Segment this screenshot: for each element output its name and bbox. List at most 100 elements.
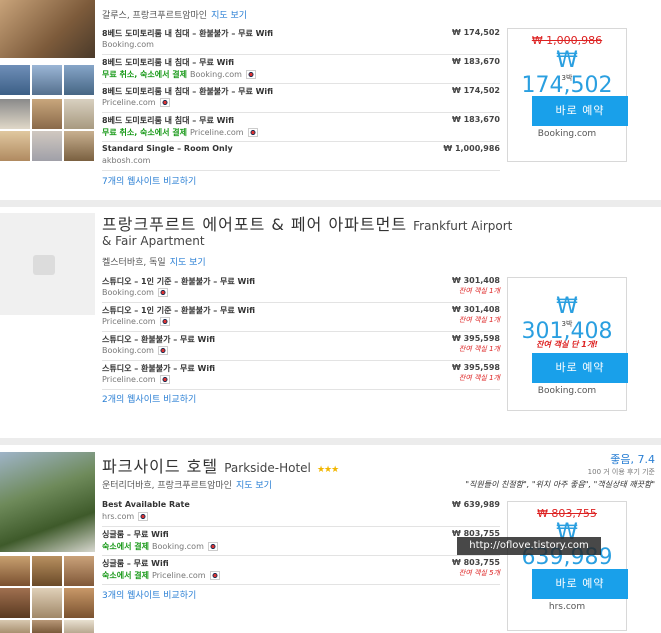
offer-row[interactable]: 8베드 도미토리룸 내 침대 – 환불불가 – 무료 Wifi Pricelin… (102, 84, 500, 113)
hotel-thumbnail[interactable] (0, 65, 30, 95)
offer-row[interactable]: 싱글룸 – 무료 Wifi 숙소에서 결제 Booking.com ₩ 803,7… (102, 527, 500, 556)
map-link[interactable]: 지도 보기 (170, 258, 206, 268)
pay-at-hotel-label: 숙소에서 결제 (102, 571, 149, 580)
offer-row[interactable]: 스튜디오 – 환불불가 – 무료 Wifi Booking.com ₩ 395,… (102, 332, 500, 361)
offer-name: 8베드 도미토리룸 내 침대 – 무료 Wifi (102, 116, 235, 125)
korea-flag-icon (159, 98, 170, 107)
rooms-left-alert: 잔여 객실 단 1개! (536, 340, 598, 349)
rooms-left: 잔여 객실 1개 (458, 287, 500, 295)
offer-row[interactable]: 스튜디오 – 1인 기준 – 환불불가 – 무료 Wifi Priceline.… (102, 303, 500, 332)
price-box: ₩ 301,408 3박 잔여 객실 단 1개! 바로 예약 Booking.c… (507, 277, 628, 411)
rooms-left: 잔여 객실 1개 (458, 316, 500, 324)
book-now-button[interactable]: 바로 예약 (532, 96, 628, 126)
offer-row[interactable]: 8베드 도미토리룸 내 침대 – 무료 Wifi 무료 취소, 숙소에서 결제 B… (102, 55, 500, 84)
hotel-photo-placeholder[interactable] (0, 213, 95, 315)
hotel-thumbnail[interactable] (64, 620, 94, 633)
korea-flag-icon (209, 571, 220, 580)
hotel-thumbnail[interactable] (64, 131, 94, 161)
offer-provider: Booking.com (102, 288, 168, 297)
booking-site: hrs.com (548, 602, 586, 612)
hotel-thumbnail[interactable] (64, 99, 94, 129)
building-icon (33, 255, 55, 275)
offer-name: 싱글룸 – 무료 Wifi (102, 530, 169, 539)
hotel-name-en: Frankfurt Airport (413, 219, 513, 233)
provider-name: Booking.com (102, 288, 154, 297)
provider-name: Booking.com (102, 40, 154, 49)
compare-sites-link[interactable]: 7개의 웹사이트 비교하기 (102, 174, 196, 187)
hotel-thumbnail[interactable] (0, 620, 30, 633)
offer-provider: 무료 취소, 숙소에서 결제 Booking.com (102, 69, 256, 80)
book-now-button[interactable]: 바로 예약 (532, 569, 628, 599)
compare-sites-link[interactable]: 2개의 웹사이트 비교하기 (102, 392, 196, 405)
hotel-thumbnail[interactable] (0, 99, 30, 129)
compare-sites-link[interactable]: 3개의 웹사이트 비교하기 (102, 588, 196, 601)
hotel-card-2: 프랑크푸르트 에어포트 & 페어 아파트먼트 Frankfurt Airport… (0, 207, 661, 438)
hotel-main-photo[interactable] (0, 0, 95, 58)
hotel-title[interactable]: 프랑크푸르트 에어포트 & 페어 아파트먼트 Frankfurt Airport (102, 211, 512, 235)
offer-provider: 숙소에서 결제 Priceline.com (102, 570, 220, 581)
hotel-thumbnail[interactable] (64, 556, 94, 586)
hotel-thumbnail[interactable] (64, 65, 94, 95)
hotel-card-1: 갈루스, 프랑크푸르트암마인 지도 보기 8베드 도미토리룸 내 침대 – 환불불… (0, 0, 661, 200)
offer-name: 8베드 도미토리룸 내 침대 – 환불불가 – 무료 Wifi (102, 87, 274, 96)
offer-price: ₩ 174,502 (451, 86, 500, 95)
hotel-thumbnail[interactable] (64, 588, 94, 618)
offer-name: 8베드 도미토리룸 내 침대 – 무료 Wifi (102, 58, 235, 67)
hotel-main-photo[interactable] (0, 452, 95, 552)
offer-price: ₩ 395,598 (451, 363, 500, 372)
offer-row[interactable]: 8베드 도미토리룸 내 침대 – 무료 Wifi 무료 취소, 숙소에서 결제 P… (102, 113, 500, 142)
offer-price: ₩ 395,598 (451, 334, 500, 343)
provider-name: Priceline.com (190, 128, 244, 137)
offer-price: ₩ 301,408 (451, 276, 500, 285)
provider-name: hrs.com (102, 512, 135, 521)
offer-provider: Booking.com (102, 40, 154, 49)
price-box: ₩ 1,000,986 ₩ 174,502 3박 바로 예약 Booking.c… (507, 28, 628, 162)
review-count: 100 거 이용 후기 기준 (587, 468, 655, 476)
offer-provider: 숙소에서 결제 Booking.com (102, 541, 218, 552)
offer-name: Best Available Rate (102, 500, 190, 509)
hotel-thumbnail[interactable] (0, 588, 30, 618)
korea-flag-icon (247, 128, 258, 137)
offer-name: 스튜디오 – 환불불가 – 무료 Wifi (102, 364, 216, 373)
offer-row[interactable]: 8베드 도미토리룸 내 침대 – 환불불가 – 무료 Wifi Booking.… (102, 26, 500, 55)
offer-row[interactable]: 싱글룸 – 무료 Wifi 숙소에서 결제 Priceline.com ₩ 803… (102, 556, 500, 585)
offer-price: ₩ 639,989 (451, 500, 500, 509)
hotel-title-line2[interactable]: & Fair Apartment (102, 234, 205, 248)
offer-price: ₩ 183,670 (451, 115, 500, 124)
korea-flag-icon (159, 375, 170, 384)
rooms-left: 잔여 객실 5개 (458, 569, 500, 577)
offer-row[interactable]: Standard Single – Room Only akbosh.com ₩… (102, 142, 500, 171)
offer-provider: Priceline.com (102, 375, 170, 384)
review-score[interactable]: 좋음, 7.4 (610, 451, 655, 467)
offer-name: Standard Single – Room Only (102, 144, 233, 153)
free-cancel-label: 무료 취소, 숙소에서 결제 (102, 128, 187, 137)
hotel-thumbnail[interactable] (32, 131, 62, 161)
hotel-title[interactable]: 파크사이드 호텔 Parkside-Hotel ★★★ (102, 453, 339, 477)
korea-flag-icon (157, 288, 168, 297)
offer-provider: Priceline.com (102, 98, 170, 107)
location-text: 운터리더바흐, 프랑크푸르트암마인 (102, 481, 232, 491)
review-highlights: "직원들이 친절함", "위치 아주 좋음", "객실상태 깨끗함" (465, 480, 655, 489)
hotel-thumbnail[interactable] (32, 65, 62, 95)
offer-row[interactable]: Best Available Rate hrs.com ₩ 639,989 (102, 498, 500, 527)
map-link[interactable]: 지도 보기 (236, 481, 272, 491)
hotel-thumbnail[interactable] (0, 556, 30, 586)
offer-price: ₩ 183,670 (451, 57, 500, 66)
offer-row[interactable]: 스튜디오 – 환불불가 – 무료 Wifi Priceline.com ₩ 39… (102, 361, 500, 390)
book-now-button[interactable]: 바로 예약 (532, 353, 628, 383)
provider-name: Booking.com (151, 542, 204, 551)
hotel-thumbnail[interactable] (32, 588, 62, 618)
hotel-thumbnail[interactable] (32, 556, 62, 586)
offer-price: ₩ 174,502 (451, 28, 500, 37)
hotel-thumbnail[interactable] (32, 99, 62, 129)
hotel-name-en: Parkside-Hotel (224, 461, 311, 475)
hotel-thumbnail[interactable] (0, 131, 30, 161)
offer-row[interactable]: 스튜디오 – 1인 기준 – 환불불가 – 무료 Wifi Booking.co… (102, 274, 500, 303)
map-link[interactable]: 지도 보기 (211, 11, 247, 21)
price-box: ₩ 803,755 ₩ 639,989 바로 예약 hrs.com (507, 501, 628, 631)
hotel-thumbnail[interactable] (32, 620, 62, 633)
offer-name: 8베드 도미토리룸 내 침대 – 환불불가 – 무료 Wifi (102, 29, 274, 38)
rooms-left: 잔여 객실 1개 (458, 374, 500, 382)
offer-price: ₩ 301,408 (451, 305, 500, 314)
offer-name: 스튜디오 – 1인 기준 – 환불불가 – 무료 Wifi (102, 306, 256, 315)
